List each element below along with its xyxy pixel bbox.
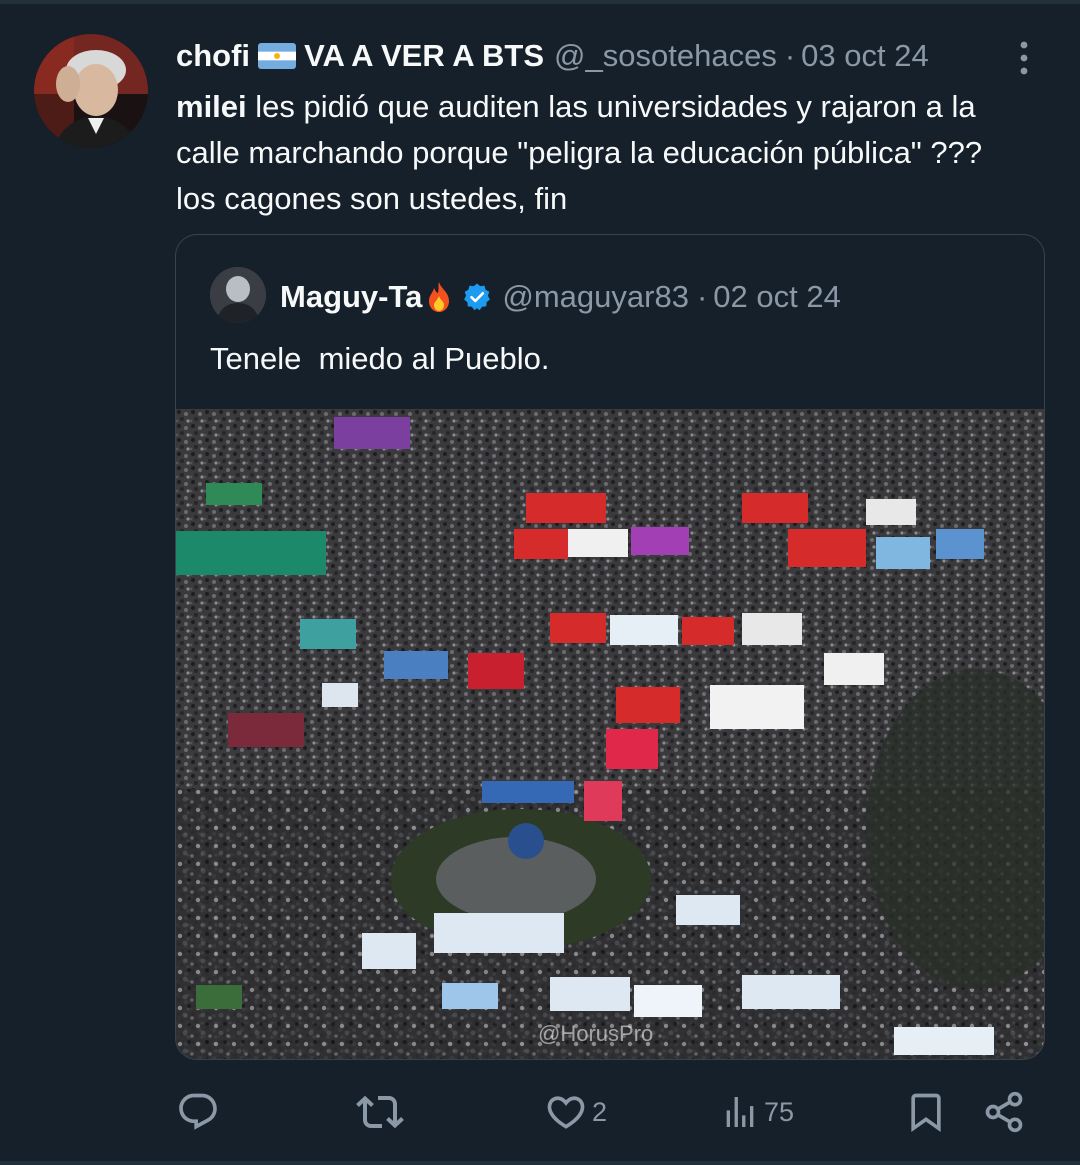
tweet-action-bar: 2 75 (0, 1084, 1080, 1140)
quoted-author-name[interactable]: Maguy-Ta (280, 279, 422, 315)
verified-badge-icon (462, 282, 492, 312)
reply-button[interactable] (176, 1084, 220, 1140)
author-avatar-image (34, 34, 148, 148)
author-handle[interactable]: @_sosotehaces (554, 38, 777, 74)
quoted-author-avatar-image (210, 267, 266, 323)
bookmark-icon (911, 1093, 941, 1133)
views-count: 75 (764, 1096, 795, 1127)
author-name: chofi (176, 38, 251, 73)
author-name-suffix: VA A VER A BTS (304, 38, 545, 73)
quoted-tweet-photo[interactable]: @HorusPro (176, 409, 1044, 1059)
quoted-author-handle[interactable]: @maguyar83 (502, 279, 689, 315)
tweet-text-line-1: milei les pidió que auditen las universi… (176, 84, 1056, 130)
reply-icon (179, 1093, 217, 1130)
like-count: 2 (592, 1096, 608, 1127)
like-button[interactable]: 2 (544, 1084, 607, 1140)
retweet-icon (356, 1095, 404, 1129)
tweet-text-line-3: los cagones son ustedes, fin (176, 181, 568, 216)
author-display-name[interactable]: chofi VA A VER A BTS (176, 38, 544, 74)
views-icon (726, 1097, 754, 1127)
tweet-date[interactable]: 03 oct 24 (801, 38, 929, 74)
share-icon (985, 1091, 1023, 1133)
fire-icon (424, 280, 454, 314)
argentina-flag-icon (258, 43, 297, 69)
quoted-tweet-text: Tenele miedo al Pueblo. (210, 341, 550, 376)
more-vertical-icon (1020, 41, 1028, 75)
views-button[interactable]: 75 (720, 1084, 794, 1140)
header-separator: · (784, 38, 796, 73)
photo-watermark: @HorusPro (538, 1021, 654, 1046)
tweet-text: milei les pidió que auditen las universi… (176, 84, 1056, 222)
top-divider (0, 0, 1080, 4)
tweet-text-line-1-rest: les pidió que auditen las universidades … (246, 89, 976, 124)
quoted-tweet-date[interactable]: 02 oct 24 (713, 279, 841, 315)
tweet-header: chofi VA A VER A BTS @_sosotehaces · 03 … (176, 36, 929, 76)
quoted-tweet-header: Maguy-Ta @maguyar83 · 02 oct 24 (280, 277, 841, 317)
quoted-author-avatar[interactable] (210, 267, 266, 323)
tweet-text-line-2: calle marchando porque "peligra la educa… (176, 135, 983, 170)
bookmark-button[interactable] (904, 1084, 948, 1140)
heart-icon (547, 1096, 585, 1129)
mention-milei[interactable]: milei (176, 89, 247, 124)
bottom-divider (0, 1161, 1080, 1165)
protest-crowd-photo (176, 409, 1044, 1059)
quoted-header-separator: · (696, 279, 708, 314)
share-button[interactable] (982, 1084, 1026, 1140)
retweet-button[interactable] (356, 1084, 404, 1140)
more-options-button[interactable] (1010, 38, 1038, 78)
author-avatar[interactable] (34, 34, 148, 148)
quoted-tweet-card[interactable]: Maguy-Ta @maguyar83 · 02 oct 24 Tenele m… (175, 234, 1045, 1060)
